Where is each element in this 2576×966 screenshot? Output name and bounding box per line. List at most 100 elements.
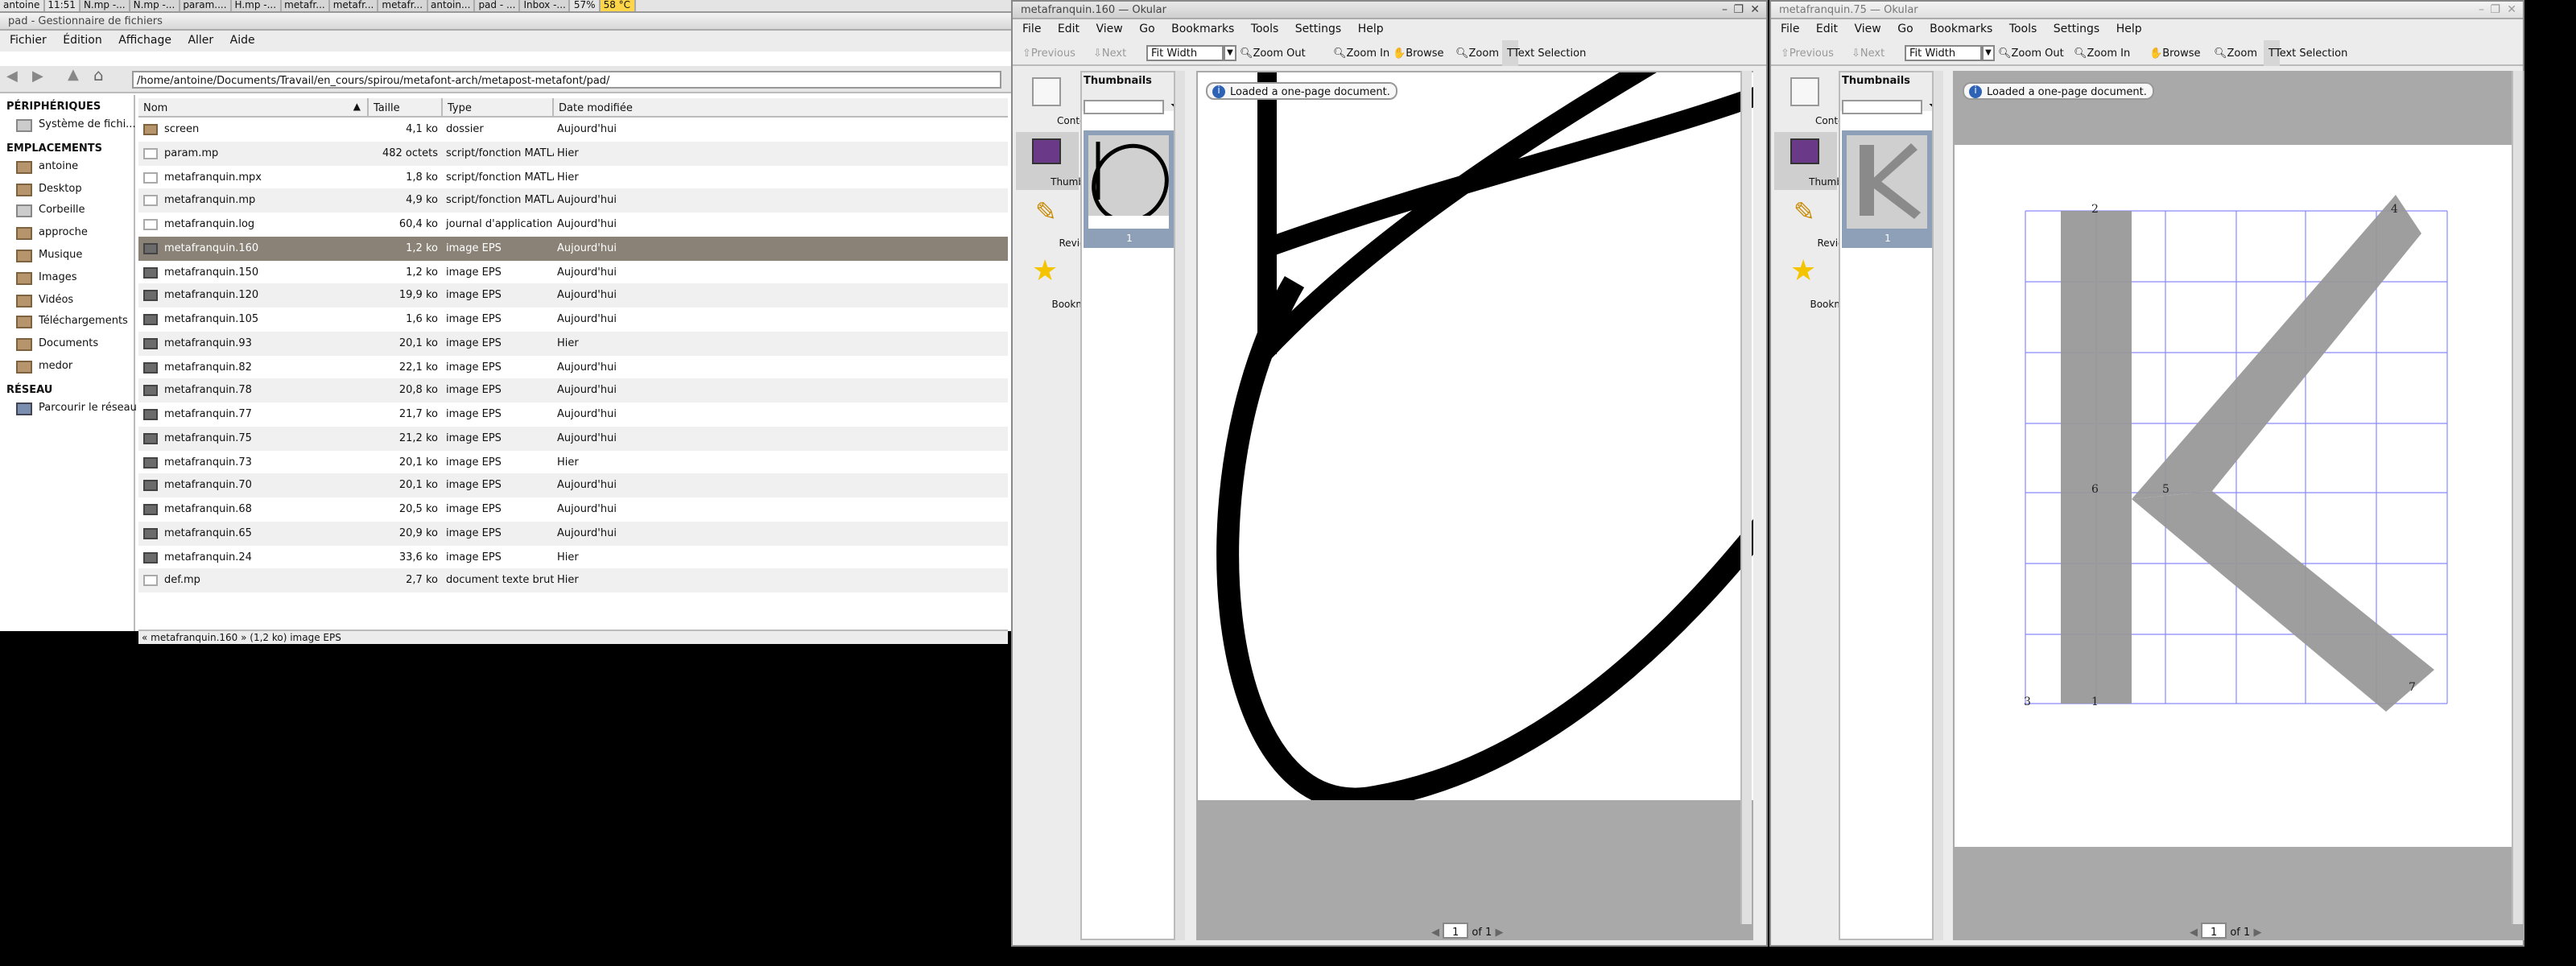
taskbar-task[interactable]: metafr...: [281, 0, 330, 11]
thumbnail-search-input[interactable]: [1842, 100, 1922, 114]
previous-button[interactable]: ⇧ Previous: [1022, 40, 1075, 66]
sidebar-item-medor[interactable]: medor: [0, 356, 134, 378]
file-row[interactable]: metafranquin.120 19,9 ko image EPS Aujourd'…: [138, 283, 1008, 308]
menu-file[interactable]: File: [1022, 23, 1041, 35]
sidebar-item-videos[interactable]: Vidéos: [0, 289, 134, 312]
taskbar-task[interactable]: param....: [180, 0, 232, 11]
page-number-input[interactable]: 1: [1443, 923, 1469, 939]
sidebar-item-approche[interactable]: approche: [0, 222, 134, 245]
text-selection-button[interactable]: T Text Selection: [2264, 40, 2347, 66]
file-row[interactable]: param.mp 482 octets script/fonction MATLAB…: [138, 141, 1008, 165]
file-row[interactable]: metafranquin.68 20,5 ko image EPS Aujourd'h…: [138, 497, 1008, 522]
menu-go[interactable]: Go: [1897, 23, 1913, 35]
maximize-icon[interactable]: ❐: [2490, 2, 2500, 19]
menu-view[interactable]: View: [1096, 23, 1123, 35]
thumbnail-page-1[interactable]: 1: [1084, 130, 1175, 248]
next-page-icon[interactable]: ▶: [2253, 926, 2261, 939]
sidebar-item-filesystem[interactable]: Système de fichi...: [0, 114, 136, 137]
menu-bookmarks[interactable]: Bookmarks: [1171, 23, 1234, 35]
taskbar-task[interactable]: pad - ...: [475, 0, 521, 11]
file-row[interactable]: metafranquin.mp 4,9 ko script/fonction MAT…: [138, 188, 1008, 213]
chevron-down-icon[interactable]: ▼: [1224, 45, 1236, 61]
contents-tab[interactable]: Contents: [1016, 71, 1100, 129]
thumbnail-page-1[interactable]: 1: [1842, 130, 1934, 248]
zoom-in-button[interactable]: 🔍︎ Zoom In: [1333, 40, 1389, 66]
sidebar-item-music[interactable]: Musique: [0, 245, 134, 267]
file-row[interactable]: metafranquin.70 20,1 ko image EPS Aujourd'h…: [138, 473, 1008, 497]
file-row[interactable]: metafranquin.73 20,1 ko image EPS Hier: [138, 450, 1008, 474]
zoom-out-button[interactable]: 🔍︎ Zoom Out: [1240, 40, 1306, 66]
taskbar-task[interactable]: N.mp -...: [130, 0, 180, 11]
browse-button[interactable]: ✋ Browse: [2149, 40, 2201, 66]
file-row[interactable]: metafranquin.82 22,1 ko image EPS Aujourd'h…: [138, 355, 1008, 379]
thumbnails-tab[interactable]: Thumbnails: [1774, 132, 1865, 190]
taskbar-task[interactable]: metafr...: [378, 0, 428, 11]
menu-help[interactable]: Help: [2116, 23, 2142, 35]
up-arrow-icon[interactable]: ▲: [68, 68, 79, 84]
thumbnails-tab[interactable]: Thumbnails: [1016, 132, 1107, 190]
browse-button[interactable]: ✋ Browse: [1393, 40, 1444, 66]
taskbar-task[interactable]: antoin...: [427, 0, 476, 11]
text-selection-button[interactable]: T Text Selection: [1502, 40, 1586, 66]
menu-tools[interactable]: Tools: [2009, 23, 2037, 35]
zoom-tool-button[interactable]: 🔍︎ Zoom: [1455, 40, 1499, 66]
next-button[interactable]: ⇩ Next: [1093, 40, 1126, 66]
page-number-input[interactable]: 1: [2201, 923, 2227, 939]
file-row[interactable]: metafranquin.65 20,9 ko image EPS Aujourd'h…: [138, 521, 1008, 545]
thumbnails-scrollbar[interactable]: [1932, 71, 1943, 940]
column-header-name[interactable]: Nom ▲: [138, 98, 369, 116]
menu-view[interactable]: View: [1855, 23, 1881, 35]
back-arrow-icon[interactable]: ◀: [6, 69, 18, 85]
file-row[interactable]: metafranquin.160 1,2 ko image EPS Aujourd'h…: [138, 236, 1008, 260]
menu-tools[interactable]: Tools: [1251, 23, 1279, 35]
previous-page-icon[interactable]: ◀: [2190, 926, 2198, 939]
next-page-icon[interactable]: ▶: [1495, 926, 1503, 939]
taskbar-task[interactable]: N.mp -...: [80, 0, 130, 11]
next-button[interactable]: ⇩ Next: [1852, 40, 1885, 66]
menu-go[interactable]: Go: [1139, 23, 1154, 35]
menu-edit[interactable]: Edit: [1816, 23, 1838, 35]
zoom-out-button[interactable]: 🔍︎ Zoom Out: [1998, 40, 2064, 66]
thumbnails-scrollbar[interactable]: [1174, 71, 1185, 940]
taskbar-task[interactable]: metafr...: [329, 0, 379, 11]
column-header-type[interactable]: Type: [443, 98, 554, 116]
file-row[interactable]: metafranquin.105 1,6 ko image EPS Aujourd'h…: [138, 308, 1008, 332]
sidebar-item-desktop[interactable]: Desktop: [0, 178, 134, 200]
file-row[interactable]: metafranquin.log 60,4 ko journal d'applica…: [138, 213, 1008, 237]
sidebar-item-trash[interactable]: Corbeille: [0, 200, 134, 223]
bookmarks-tab[interactable]: ★ Bookmarks: [1016, 254, 1106, 312]
reviews-tab[interactable]: ✎ Reviews: [1774, 193, 1857, 251]
file-row[interactable]: metafranquin.mpx 1,8 ko script/fonction MA…: [138, 165, 1008, 189]
menu-affichage[interactable]: Affichage: [118, 34, 171, 47]
menu-bookmarks[interactable]: Bookmarks: [1930, 23, 1992, 35]
column-header-date[interactable]: Date modifiée: [554, 98, 1008, 116]
path-bar[interactable]: /home/antoine/Documents/Travail/en_cours…: [132, 71, 1001, 89]
forward-arrow-icon[interactable]: ▶: [32, 69, 43, 85]
taskbar-task[interactable]: H.mp -...: [231, 0, 282, 11]
file-row[interactable]: metafranquin.150 1,2 ko image EPS Aujourd'h…: [138, 260, 1008, 284]
previous-button[interactable]: ⇧ Previous: [1781, 40, 1834, 66]
close-icon[interactable]: ✕: [2507, 2, 2516, 19]
file-row[interactable]: screen 4,1 ko dossier Aujourd'hui: [138, 118, 1008, 142]
file-row[interactable]: metafranquin.75 21,2 ko image EPS Aujourd'h…: [138, 426, 1008, 450]
file-row[interactable]: metafranquin.93 20,1 ko image EPS Hier: [138, 331, 1008, 355]
chevron-down-icon[interactable]: ▼: [1982, 45, 1995, 61]
menu-aller[interactable]: Aller: [188, 34, 213, 47]
menu-file[interactable]: File: [1781, 23, 1799, 35]
file-row[interactable]: metafranquin.78 20,8 ko image EPS Aujourd'h…: [138, 378, 1008, 402]
sidebar-item-downloads[interactable]: Téléchargements: [0, 312, 134, 334]
sidebar-item-images[interactable]: Images: [0, 267, 134, 290]
previous-page-icon[interactable]: ◀: [1431, 926, 1439, 939]
menu-edition[interactable]: Édition: [63, 34, 101, 47]
zoom-tool-button[interactable]: 🔍︎ Zoom: [2214, 40, 2257, 66]
thumbnail-search-input[interactable]: [1084, 100, 1164, 114]
taskbar-task[interactable]: Inbox -...: [520, 0, 571, 11]
document-scrollbar[interactable]: [2512, 71, 2523, 924]
menu-settings[interactable]: Settings: [1295, 23, 1341, 35]
zoom-in-button[interactable]: 🔍︎ Zoom In: [2074, 40, 2130, 66]
menu-fichier[interactable]: Fichier: [10, 34, 47, 47]
column-header-size[interactable]: Taille: [369, 98, 443, 116]
contents-tab[interactable]: Contents: [1774, 71, 1859, 129]
menu-help[interactable]: Help: [1358, 23, 1384, 35]
zoom-mode-select[interactable]: Fit Width: [1905, 45, 1982, 61]
